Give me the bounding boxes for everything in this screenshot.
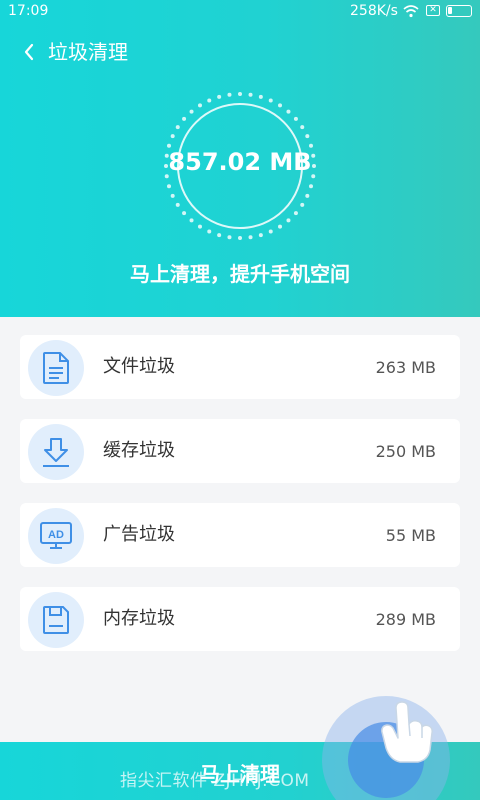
category-item-file-junk[interactable]: 文件垃圾 263 MB xyxy=(20,335,460,399)
ring-dot xyxy=(167,184,171,189)
icon-badge xyxy=(28,424,84,480)
status-time: 17:09 xyxy=(8,3,49,19)
category-size: 289 MB xyxy=(375,610,436,629)
ring-dot xyxy=(309,184,313,189)
ad-icon: AD xyxy=(40,522,72,549)
ring-dot xyxy=(238,236,242,240)
ring-dot xyxy=(182,211,187,216)
chevron-left-icon xyxy=(24,43,34,61)
ring-dot xyxy=(197,103,202,108)
ring-dot xyxy=(293,211,298,216)
ring-dot xyxy=(175,125,180,130)
category-size: 263 MB xyxy=(375,358,436,377)
ring-dot xyxy=(286,218,291,223)
sim-x-icon: ✕ xyxy=(426,5,440,16)
battery-icon xyxy=(446,5,472,17)
network-speed: 258K/s xyxy=(350,3,398,19)
ring-dot xyxy=(248,92,253,97)
pointing-hand-icon xyxy=(381,701,433,763)
category-item-memory-junk[interactable]: 内存垃圾 289 MB xyxy=(20,587,460,651)
icon-badge xyxy=(28,340,84,396)
ring-dot xyxy=(207,229,212,234)
page-title: 垃圾清理 xyxy=(48,40,128,64)
ring-dot xyxy=(268,98,273,103)
ring-dot xyxy=(278,103,283,108)
status-bar: 17:09 258K/s ✕ xyxy=(0,0,480,24)
ring-dot xyxy=(207,98,212,103)
ring-dot xyxy=(189,109,194,114)
storage-icon xyxy=(43,606,69,634)
ring-dot xyxy=(170,193,175,198)
document-icon xyxy=(43,352,69,384)
header-banner: 17:09 258K/s ✕ 垃圾清理 857.02 MB 马上清理，提升手机空… xyxy=(0,0,480,317)
category-label: 缓存垃圾 xyxy=(103,440,175,461)
back-button[interactable] xyxy=(16,38,42,66)
total-junk-size: 857.02 MB xyxy=(168,148,312,176)
ring-dot xyxy=(189,218,194,223)
ring-dot xyxy=(305,134,310,139)
clean-subtitle: 马上清理，提升手机空间 xyxy=(130,262,350,286)
download-icon xyxy=(43,438,69,467)
category-label: 广告垃圾 xyxy=(103,524,175,545)
ring-dot xyxy=(258,233,263,238)
wifi-icon xyxy=(403,5,419,18)
category-label: 文件垃圾 xyxy=(103,356,175,377)
ring-dot xyxy=(182,116,187,121)
ring-dot xyxy=(197,224,202,229)
ring-dot xyxy=(286,109,291,114)
category-item-cache-junk[interactable]: 缓存垃圾 250 MB xyxy=(20,419,460,483)
ring-dot xyxy=(217,94,222,99)
ring-dot xyxy=(227,92,232,97)
ring-dot xyxy=(258,94,263,99)
category-label: 内存垃圾 xyxy=(103,608,175,629)
ring-dot xyxy=(238,92,242,96)
svg-text:AD: AD xyxy=(48,529,64,541)
icon-badge: AD xyxy=(28,508,84,564)
watermark-text: 指尖汇软件 ZJHRJ.COM xyxy=(120,771,310,791)
ring-dot xyxy=(227,235,232,240)
ring-dot xyxy=(300,202,305,207)
ring-dot xyxy=(268,229,273,234)
ring-dot xyxy=(175,202,180,207)
size-ring: 857.02 MB xyxy=(160,90,320,242)
ring-dot xyxy=(293,116,298,121)
ring-dot xyxy=(278,224,283,229)
icon-badge xyxy=(28,592,84,648)
ring-dot xyxy=(305,193,310,198)
ring-dot xyxy=(217,233,222,238)
ring-dot xyxy=(170,134,175,139)
ring-dot xyxy=(248,235,253,240)
category-item-ad-junk[interactable]: AD 广告垃圾 55 MB xyxy=(20,503,460,567)
category-size: 55 MB xyxy=(385,526,436,545)
ring-dot xyxy=(300,125,305,130)
category-size: 250 MB xyxy=(375,442,436,461)
